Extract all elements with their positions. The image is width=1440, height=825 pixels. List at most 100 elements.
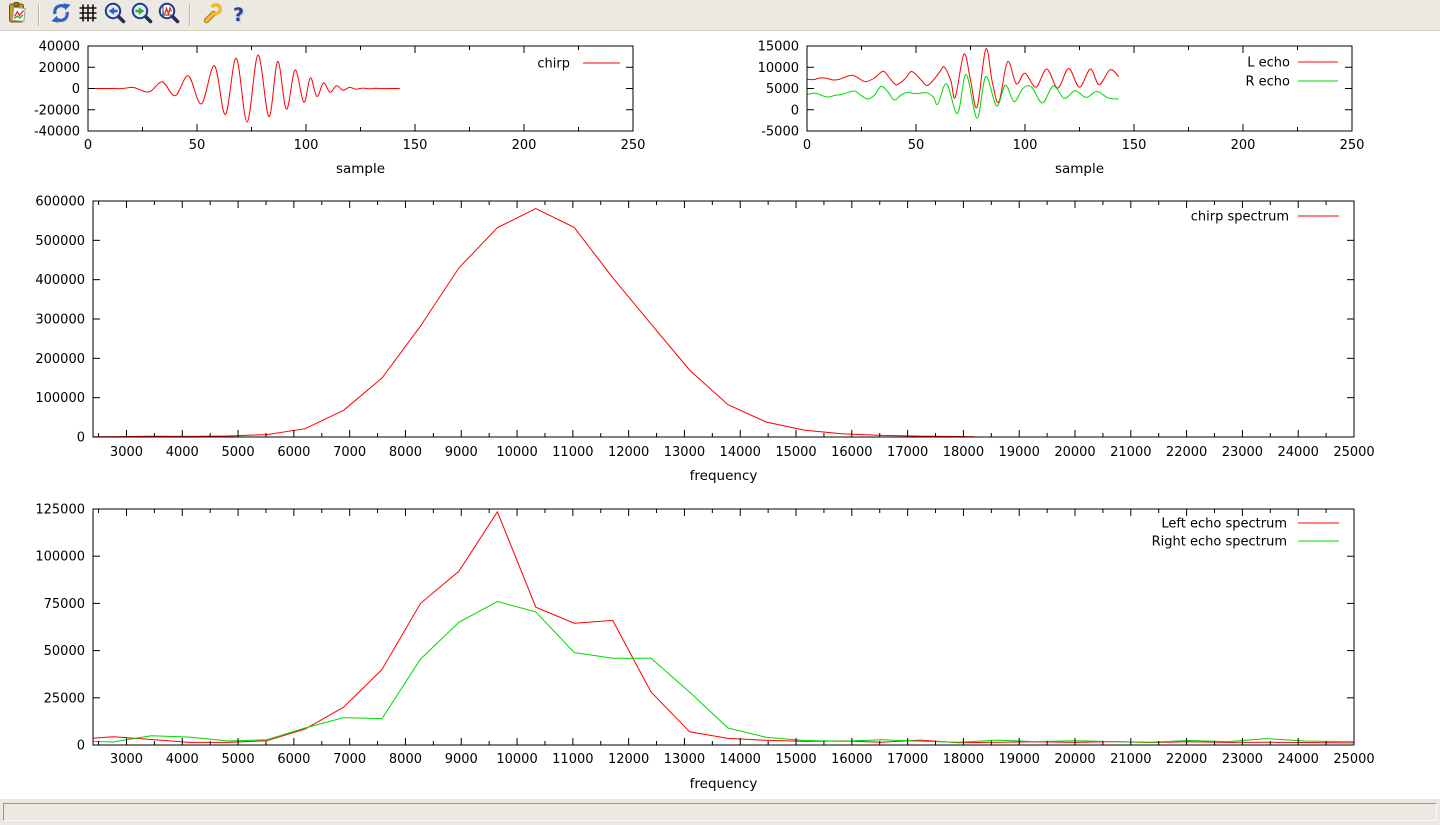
x-tick-label: 250 (1340, 138, 1365, 153)
legend-label: L echo (1247, 56, 1290, 71)
y-tick-label: 0 (72, 82, 80, 97)
x-tick-label: 21000 (1110, 752, 1151, 767)
series-l-echo (807, 49, 1119, 108)
y-tick-label: 100000 (35, 550, 85, 565)
autoscale-button[interactable] (155, 2, 182, 28)
x-tick-label: 13000 (664, 752, 705, 767)
x-tick-label: 12000 (608, 445, 649, 460)
grid-button[interactable] (74, 2, 101, 28)
x-tick-label: 11000 (552, 445, 593, 460)
help-button[interactable]: ? (225, 2, 252, 28)
y-tick-label: -5000 (761, 125, 799, 140)
series-right-echo-spectrum (93, 602, 1354, 743)
y-tick-label: 200000 (35, 352, 85, 367)
x-tick-label: 200 (1231, 138, 1256, 153)
zoom-next-icon (130, 1, 154, 29)
x-tick-label: 50 (189, 138, 206, 153)
replot-button[interactable] (47, 2, 74, 28)
x-tick-label: 8000 (389, 445, 422, 460)
status-bar (0, 799, 1440, 825)
x-tick-label: 25000 (1333, 445, 1374, 460)
autoscale-icon (157, 1, 181, 29)
y-tick-label: 300000 (35, 313, 85, 328)
x-tick-label: 9000 (445, 445, 478, 460)
y-tick-label: 15000 (758, 40, 799, 55)
x-tick-label: 5000 (222, 752, 255, 767)
y-tick-label: 75000 (44, 597, 85, 612)
y-tick-label: 500000 (35, 234, 85, 249)
x-tick-label: 25000 (1333, 752, 1374, 767)
plot-chirp-spectrum[interactable]: 3000 4000 5000 6000 7000 8000 9000 10000 11000 12… (35, 195, 1374, 485)
x-tick-label: 3000 (110, 752, 143, 767)
plot-echo-spectra[interactable]: 3000400050006000700080009000100001100012… (35, 503, 1374, 793)
legend-label: chirp spectrum (1191, 210, 1289, 225)
x-tick-label: 11000 (552, 752, 593, 767)
x-tick-label: 17000 (887, 445, 928, 460)
x-tick-label: 250 (621, 138, 646, 153)
series-r-echo (807, 74, 1119, 118)
x-tick-label: 5000 (222, 445, 255, 460)
x-tick-label: 23000 (1222, 445, 1263, 460)
x-tick-label: 6000 (277, 445, 310, 460)
series-chirp (88, 55, 400, 122)
plot-chirp-waveform[interactable]: 050100150200250-40000-2000002000040000sa… (34, 40, 645, 178)
y-tick-label: 10000 (758, 61, 799, 76)
toolbar: ? (0, 0, 1440, 31)
x-tick-label: 14000 (720, 445, 761, 460)
plots-svg[interactable]: 050100150200250-40000-2000002000040000sa… (0, 31, 1440, 799)
copy-plot-icon (6, 1, 30, 29)
toolbar-separator (189, 4, 191, 26)
x-tick-label: 150 (1122, 138, 1147, 153)
x-tick-label: 23000 (1222, 752, 1263, 767)
y-tick-label: 0 (77, 431, 85, 446)
configure-button[interactable] (198, 2, 225, 28)
x-tick-label: 13000 (664, 445, 705, 460)
y-tick-label: 40000 (39, 40, 80, 55)
x-tick-label: 200 (512, 138, 537, 153)
x-tick-label: 17000 (887, 752, 928, 767)
x-axis-title: frequency (690, 468, 758, 484)
x-tick-label: 22000 (1166, 752, 1207, 767)
x-tick-label: 18000 (943, 445, 984, 460)
help-icon: ? (233, 4, 244, 26)
y-tick-label: 50000 (44, 644, 85, 659)
x-tick-label: 16000 (831, 752, 872, 767)
plot-echo-waveforms[interactable]: 050100150200250-5000050001000015000sampl… (758, 40, 1365, 178)
y-tick-label: -40000 (34, 125, 80, 140)
x-tick-label: 150 (403, 138, 428, 153)
x-tick-label: 15000 (775, 752, 816, 767)
x-tick-label: 16000 (831, 445, 872, 460)
plot-canvas[interactable]: 050100150200250-40000-2000002000040000sa… (0, 31, 1440, 799)
x-tick-label: 14000 (720, 752, 761, 767)
legend-label: chirp (537, 57, 570, 72)
x-tick-label: 3000 (110, 445, 143, 460)
zoom-next-button[interactable] (128, 2, 155, 28)
y-tick-label: 5000 (766, 82, 799, 97)
x-axis-title: sample (336, 161, 385, 177)
y-tick-label: 20000 (39, 61, 80, 76)
x-axis-title: frequency (690, 776, 758, 792)
x-tick-label: 15000 (775, 445, 816, 460)
x-tick-label: 9000 (445, 752, 478, 767)
x-tick-label: 10000 (496, 752, 537, 767)
replot-icon (49, 1, 73, 29)
x-tick-label: 21000 (1110, 445, 1151, 460)
zoom-previous-button[interactable] (101, 2, 128, 28)
x-tick-label: 10000 (496, 445, 537, 460)
y-tick-label: 400000 (35, 273, 85, 288)
x-axis-title: sample (1055, 161, 1104, 177)
x-tick-label: 22000 (1166, 445, 1207, 460)
y-tick-label: 0 (791, 103, 799, 118)
grid-icon (76, 1, 100, 29)
x-tick-label: 0 (803, 138, 811, 153)
copy-plot-button[interactable] (4, 2, 31, 28)
x-tick-label: 4000 (166, 445, 199, 460)
y-tick-label: 25000 (44, 691, 85, 706)
plot-border (93, 201, 1354, 437)
y-tick-label: -20000 (34, 103, 80, 118)
x-tick-label: 100 (294, 138, 319, 153)
x-tick-label: 7000 (333, 445, 366, 460)
y-tick-label: 100000 (35, 391, 85, 406)
status-bar-field (3, 803, 1437, 821)
legend-label: Right echo spectrum (1152, 535, 1287, 550)
